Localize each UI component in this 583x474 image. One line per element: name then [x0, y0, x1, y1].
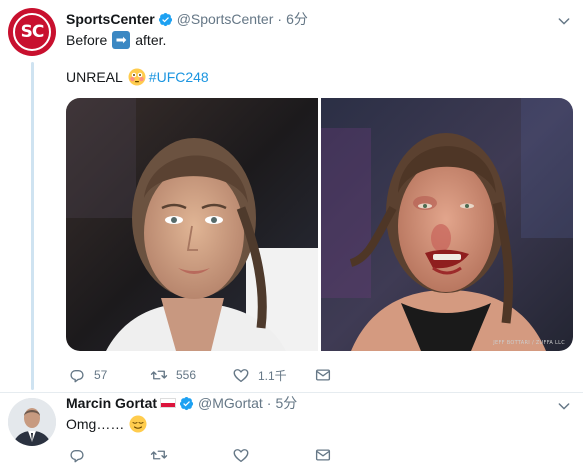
dm-button[interactable] [314, 366, 396, 384]
verified-icon [179, 396, 194, 410]
reply-avatar[interactable] [8, 398, 56, 446]
reply-timestamp[interactable]: 5分 [275, 393, 297, 413]
tweet-text-line-1: Before ➡ after. [66, 31, 166, 49]
tweet-action-bar: 57 556 1.1千 [68, 366, 396, 384]
dm-icon [315, 369, 331, 381]
reply-icon [70, 369, 84, 383]
dm-icon [315, 449, 331, 461]
hashtag-link[interactable]: #UFC248 [149, 69, 209, 85]
flushed-face-icon [128, 68, 146, 86]
photo-credit: JEFF BOTTARI / ZUFFA LLC [493, 340, 565, 346]
media-gallery[interactable]: JEFF BOTTARI / ZUFFA LLC [66, 98, 573, 351]
photo-after-graphic [321, 98, 573, 351]
retweet-count: 556 [176, 368, 197, 382]
poland-flag-icon [160, 398, 177, 408]
photo-before-graphic [66, 98, 318, 351]
author-name[interactable]: SportsCenter [66, 11, 155, 27]
tweet-text-before: Before [66, 32, 108, 48]
reply-icon [70, 449, 84, 463]
logo-text: SC [20, 22, 45, 42]
sportscenter-logo: SC [13, 13, 51, 51]
photo-before[interactable] [66, 98, 318, 351]
tweet-text-line-2: UNREAL #UFC248 [66, 68, 209, 86]
retweet-icon [150, 450, 168, 460]
reply-text: Omg…… [66, 416, 125, 432]
reply-count: 57 [94, 368, 108, 382]
tweet[interactable]: SC SportsCenter @SportsCenter · 6分 Befor… [0, 0, 583, 392]
retweet-button[interactable] [150, 446, 232, 464]
separator-dot: · [277, 11, 283, 27]
tweet-text-after: after. [135, 32, 167, 48]
like-button[interactable]: 1.1千 [232, 366, 314, 384]
tweet-header: SportsCenter @SportsCenter · 6分 [66, 9, 308, 29]
retweet-button[interactable]: 556 [150, 366, 232, 384]
chevron-down-icon[interactable] [556, 13, 572, 29]
like-button[interactable] [232, 446, 314, 464]
reply-button[interactable]: 57 [68, 366, 150, 384]
reply-author-name[interactable]: Marcin Gortat [66, 395, 157, 411]
reply-text-line: Omg…… [66, 415, 147, 433]
relieved-face-icon [129, 415, 147, 433]
author-handle[interactable]: @SportsCenter [177, 11, 274, 27]
chevron-down-icon[interactable] [556, 398, 572, 414]
reply-action-bar [68, 446, 396, 464]
like-icon [233, 369, 249, 383]
photo-after[interactable]: JEFF BOTTARI / ZUFFA LLC [321, 98, 573, 351]
verified-icon [158, 12, 172, 26]
tweet-text-unreal: UNREAL [66, 69, 123, 85]
dm-button[interactable] [314, 446, 396, 464]
retweet-icon [150, 370, 168, 380]
avatar[interactable]: SC [8, 8, 56, 56]
reply-header: Marcin Gortat @MGortat · 5分 [66, 393, 297, 413]
separator-dot: · [266, 395, 272, 411]
like-icon [233, 449, 249, 463]
reply-button[interactable] [68, 446, 150, 464]
arrow-right-icon: ➡ [112, 31, 131, 49]
like-count: 1.1千 [258, 368, 287, 383]
timestamp[interactable]: 6分 [286, 9, 308, 29]
reply-avatar-graphic [8, 398, 56, 446]
reply-author-handle[interactable]: @MGortat [198, 395, 263, 411]
